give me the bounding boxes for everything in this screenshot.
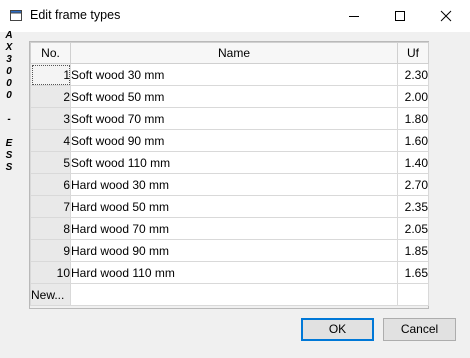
row-number-cell[interactable]: 9 — [30, 239, 71, 262]
name-cell[interactable]: Soft wood 90 mm — [70, 129, 398, 152]
grid-bottom-edge — [30, 306, 428, 308]
frame-types-table: No. Name Uf 1 Soft wood 30 mm 2.30 2 Sof… — [30, 42, 429, 306]
uf-cell[interactable]: 1.80 — [397, 107, 429, 130]
row-number-cell[interactable]: 5 — [30, 151, 71, 174]
name-cell[interactable]: Hard wood 90 mm — [70, 239, 398, 262]
uf-cell[interactable]: 2.05 — [397, 217, 429, 240]
header-row: No. Name Uf — [30, 42, 429, 64]
column-header-name[interactable]: Name — [70, 42, 398, 64]
table-row[interactable]: 6 Hard wood 30 mm 2.70 — [30, 173, 429, 196]
name-cell[interactable]: Hard wood 50 mm — [70, 195, 398, 218]
table-row[interactable]: 5 Soft wood 110 mm 1.40 — [30, 151, 429, 174]
table-row[interactable]: 7 Hard wood 50 mm 2.35 — [30, 195, 429, 218]
side-label-char: 3 — [6, 54, 12, 65]
side-label-char: A — [5, 30, 13, 41]
maximize-button[interactable] — [377, 0, 423, 32]
new-row-button[interactable]: New... — [30, 283, 71, 306]
name-cell[interactable]: Soft wood 110 mm — [70, 151, 398, 174]
side-label-char: S — [5, 162, 13, 173]
uf-cell[interactable]: 1.60 — [397, 129, 429, 152]
side-label-char — [3, 102, 15, 114]
side-label-char: S — [5, 150, 13, 161]
row-number-cell[interactable]: 4 — [30, 129, 71, 152]
window-title: Edit frame types — [30, 8, 121, 22]
row-number-cell[interactable]: 6 — [30, 173, 71, 196]
close-button[interactable] — [423, 0, 469, 32]
uf-cell[interactable]: 2.00 — [397, 85, 429, 108]
title-bar: Edit frame types — [0, 0, 470, 32]
column-header-uf[interactable]: Uf — [397, 42, 429, 64]
uf-cell[interactable]: 1.85 — [397, 239, 429, 262]
uf-cell[interactable]: 1.65 — [397, 261, 429, 284]
table-row[interactable]: 9 Hard wood 90 mm 1.85 — [30, 239, 429, 262]
frame-types-grid[interactable]: No. Name Uf 1 Soft wood 30 mm 2.30 2 Sof… — [29, 41, 429, 309]
column-header-no[interactable]: No. — [30, 42, 71, 64]
table-row[interactable]: 10 Hard wood 110 mm 1.65 — [30, 261, 429, 284]
side-label-char: 0 — [6, 66, 12, 77]
side-label-char: 0 — [6, 90, 12, 101]
new-row[interactable]: New... — [30, 283, 429, 306]
table-row[interactable]: 8 Hard wood 70 mm 2.05 — [30, 217, 429, 240]
side-label-char — [3, 126, 15, 138]
new-row-uf-cell[interactable] — [397, 283, 429, 306]
uf-cell[interactable]: 1.40 — [397, 151, 429, 174]
name-cell[interactable]: Hard wood 70 mm — [70, 217, 398, 240]
cancel-button[interactable]: Cancel — [383, 318, 456, 341]
close-icon — [440, 10, 452, 22]
row-number-cell[interactable]: 2 — [30, 85, 71, 108]
new-row-name-cell[interactable] — [70, 283, 398, 306]
name-cell[interactable]: Soft wood 50 mm — [70, 85, 398, 108]
maximize-icon — [395, 11, 405, 21]
table-row[interactable]: 3 Soft wood 70 mm 1.80 — [30, 107, 429, 130]
uf-cell[interactable]: 2.70 — [397, 173, 429, 196]
window-app-icon — [10, 10, 22, 21]
side-label-char: E — [5, 138, 13, 149]
ok-button[interactable]: OK — [301, 318, 374, 341]
minimize-button[interactable] — [331, 0, 377, 32]
table-row[interactable]: 2 Soft wood 50 mm 2.00 — [30, 85, 429, 108]
row-number-cell[interactable]: 8 — [30, 217, 71, 240]
side-label-char: X — [5, 42, 13, 53]
row-number-cell[interactable]: 3 — [30, 107, 71, 130]
table-row[interactable]: 1 Soft wood 30 mm 2.30 — [30, 63, 429, 86]
uf-cell[interactable]: 2.35 — [397, 195, 429, 218]
name-cell[interactable]: Hard wood 30 mm — [70, 173, 398, 196]
side-label-char: - — [7, 114, 11, 125]
minimize-icon — [349, 16, 359, 17]
vertical-side-label: A X 3 0 0 0 - E S S — [3, 30, 15, 174]
row-number-cell[interactable]: 1 — [30, 63, 71, 86]
uf-cell[interactable]: 2.30 — [397, 63, 429, 86]
name-cell[interactable]: Soft wood 30 mm — [70, 63, 398, 86]
side-label-char: 0 — [6, 78, 12, 89]
table-row[interactable]: 4 Soft wood 90 mm 1.60 — [30, 129, 429, 152]
row-number-cell[interactable]: 7 — [30, 195, 71, 218]
edit-frame-types-dialog: Edit frame types A X 3 0 0 0 - E S S No.… — [0, 0, 470, 358]
row-number-cell[interactable]: 10 — [30, 261, 71, 284]
name-cell[interactable]: Hard wood 110 mm — [70, 261, 398, 284]
name-cell[interactable]: Soft wood 70 mm — [70, 107, 398, 130]
